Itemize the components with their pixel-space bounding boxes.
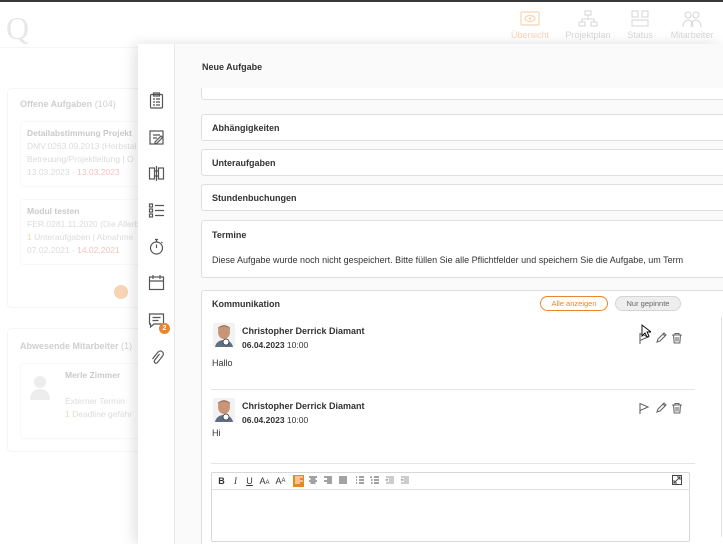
- italic-button[interactable]: I: [230, 475, 241, 487]
- open-tasks-widget: Offene Aufgaben (104) Detailabstimmung P…: [7, 88, 147, 308]
- employee-card[interactable]: Merle Zimmer Externer Termin 1 Deadline …: [20, 363, 145, 439]
- trash-icon[interactable]: [671, 331, 683, 344]
- only-pinned-button[interactable]: Nur gepinnte: [615, 296, 681, 311]
- underline-button[interactable]: U: [244, 475, 255, 487]
- avatar: [213, 398, 235, 422]
- comment-text: Hallo: [212, 358, 233, 368]
- section-dependencies-label: Abhängigkeiten: [212, 123, 280, 133]
- nav-status-label: Status: [627, 30, 653, 40]
- compare-icon[interactable]: [148, 165, 165, 182]
- stopwatch-icon[interactable]: [148, 238, 165, 255]
- trash-icon[interactable]: [671, 401, 683, 414]
- absent-heading: Abwesende Mitarbeiter (1): [20, 341, 133, 351]
- align-center-button[interactable]: [307, 475, 318, 487]
- expand-icon[interactable]: [671, 475, 682, 487]
- comment-timestamp: 06.04.2023 10:00: [242, 415, 309, 425]
- comment-author: Christopher Derrick Diamant: [242, 326, 365, 336]
- subscript-size-button[interactable]: AA: [259, 475, 270, 487]
- comment-text: Hi: [212, 428, 221, 438]
- bullet-list-button[interactable]: [354, 475, 365, 487]
- editor-toolbar: B I U AA AA: [212, 473, 689, 490]
- pagination-dot[interactable]: [114, 285, 128, 299]
- show-all-button[interactable]: Alle anzeigen: [540, 296, 608, 311]
- nav-project-plan[interactable]: Projektplan: [560, 10, 616, 40]
- comment-divider: [211, 389, 695, 390]
- align-left-button[interactable]: [293, 475, 304, 487]
- comment-timestamp: 06.04.2023 10:00: [242, 340, 309, 350]
- task-card[interactable]: Detailabstimmung Projekt DMV.0263.09.201…: [20, 121, 145, 187]
- panel-content: Neue Aufgabe Abhängigkeiten Unteraufgabe…: [175, 44, 723, 544]
- section-above: [201, 88, 723, 100]
- app-header: Q Übersicht Projektplan Status Mitarbeit…: [0, 2, 723, 48]
- checklist-icon[interactable]: [148, 202, 165, 219]
- app-window: Q Übersicht Projektplan Status Mitarbeit…: [0, 0, 723, 544]
- comment-editor[interactable]: B I U AA AA: [211, 472, 690, 542]
- pencil-icon[interactable]: [655, 331, 667, 343]
- bold-button[interactable]: B: [216, 475, 227, 487]
- section-subtasks-label: Unteraufgaben: [212, 158, 276, 168]
- nav-project-plan-label: Projektplan: [565, 30, 611, 40]
- comment-author: Christopher Derrick Diamant: [242, 401, 365, 411]
- app-logo: Q: [6, 10, 30, 46]
- panel-title: Neue Aufgabe: [202, 62, 263, 72]
- superscript-size-button[interactable]: AA: [275, 475, 286, 487]
- task-panel: 2 Neue Aufgabe Abhängigkeiten Unteraufga…: [138, 44, 723, 544]
- align-justify-button[interactable]: [337, 475, 348, 487]
- panel-side-nav: 2: [138, 44, 175, 544]
- section-dates[interactable]: Termine Diese Aufgabe wurde noch nicht g…: [201, 220, 723, 278]
- section-dependencies[interactable]: Abhängigkeiten: [201, 114, 723, 141]
- mouse-cursor: [641, 324, 651, 338]
- edit-note-icon[interactable]: [148, 129, 165, 146]
- absent-employees-widget: Abwesende Mitarbeiter (1) Merle Zimmer E…: [7, 328, 147, 452]
- align-right-button[interactable]: [322, 475, 333, 487]
- dates-info-message: Diese Aufgabe wurde noch nicht gespeiche…: [212, 255, 684, 265]
- open-tasks-heading: Offene Aufgaben (104): [20, 99, 116, 109]
- numbered-list-button[interactable]: [369, 475, 380, 487]
- eye-icon: [520, 11, 540, 26]
- nav-status[interactable]: Status: [612, 10, 668, 40]
- section-time-bookings[interactable]: Stundenbuchungen: [201, 184, 723, 211]
- avatar: [213, 323, 235, 347]
- nav-employees-label: Mitarbeiter: [670, 30, 714, 40]
- flag-icon[interactable]: [638, 401, 650, 414]
- section-time-bookings-label: Stundenbuchungen: [212, 193, 297, 203]
- nav-overview-label: Übersicht: [510, 30, 549, 40]
- indent-button[interactable]: [399, 475, 410, 487]
- nav-overview[interactable]: Übersicht: [502, 10, 558, 40]
- calendar-icon[interactable]: [148, 274, 165, 291]
- paperclip-icon[interactable]: [148, 349, 165, 366]
- section-subtasks[interactable]: Unteraufgaben: [201, 149, 723, 176]
- comments-scrollbar[interactable]: [721, 317, 722, 537]
- outdent-button[interactable]: [384, 475, 395, 487]
- status-icon: [631, 10, 649, 27]
- section-communication-label: Kommunikation: [212, 299, 281, 309]
- comment-divider: [211, 463, 695, 464]
- task-card[interactable]: Modul testen FER.0281.11.2020 (Die Aller…: [20, 199, 145, 265]
- hierarchy-icon: [578, 10, 598, 27]
- user-placeholder-icon: [30, 376, 50, 400]
- section-dates-label: Termine: [212, 230, 247, 240]
- nav-employees[interactable]: Mitarbeiter: [664, 10, 720, 40]
- clipboard-icon[interactable]: [148, 92, 165, 109]
- people-icon: [682, 11, 702, 28]
- comment-count-badge: 2: [159, 323, 170, 334]
- pencil-icon[interactable]: [655, 401, 667, 413]
